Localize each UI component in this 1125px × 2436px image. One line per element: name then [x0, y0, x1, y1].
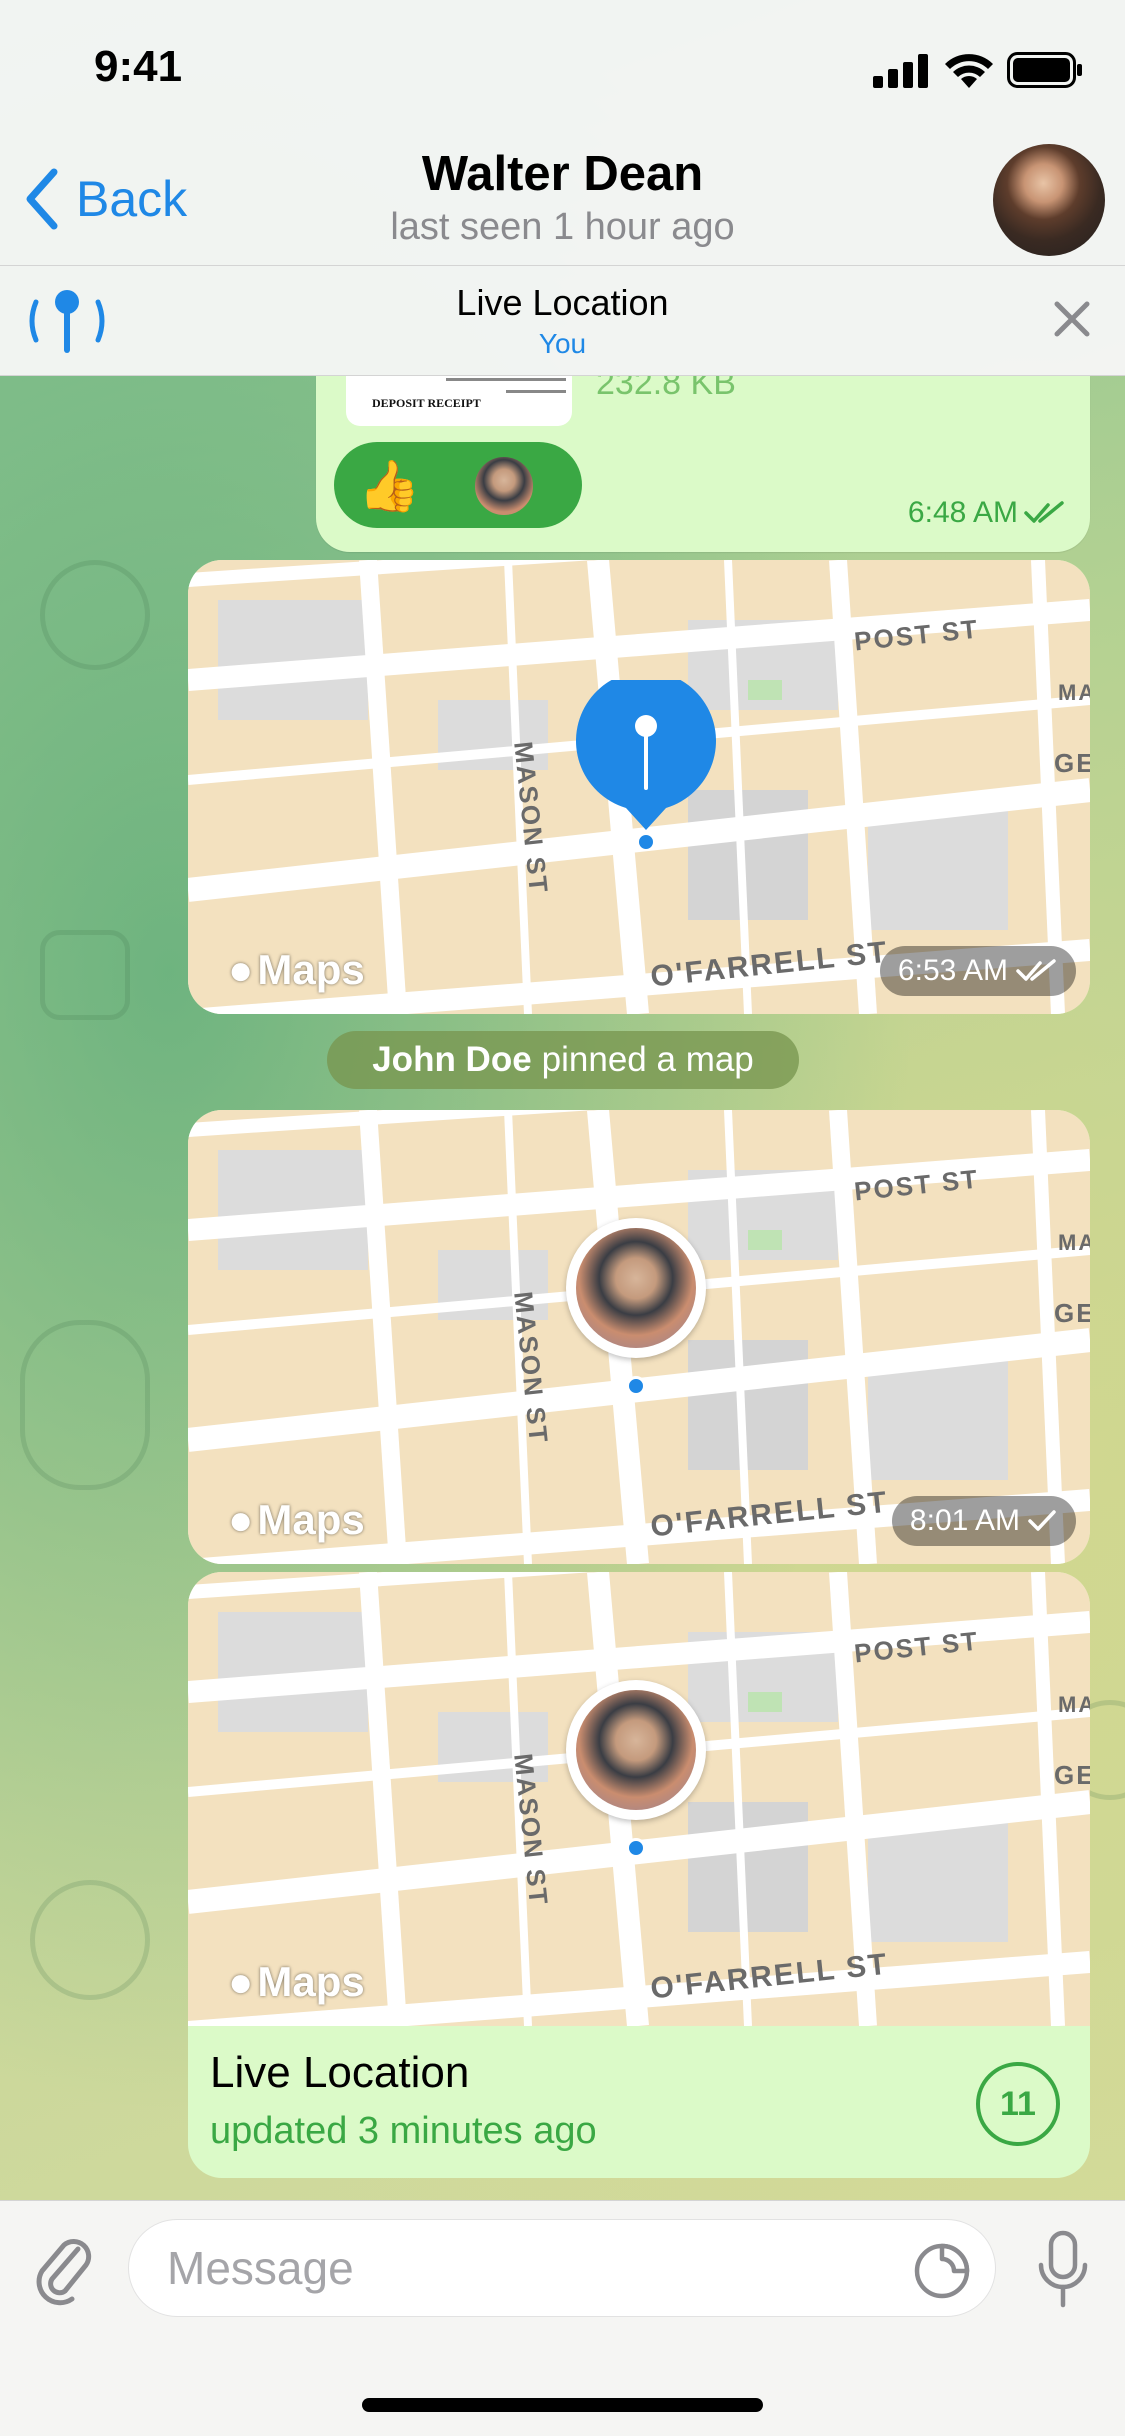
- live-location-banner[interactable]: Live Location You: [0, 266, 1125, 376]
- apple-logo-icon: ●: [228, 946, 254, 993]
- avatar-photo: [576, 1690, 696, 1810]
- apple-maps-logo: ● Maps: [228, 1496, 365, 1544]
- document-title-text: DEPOSIT RECEIPT: [372, 396, 481, 410]
- map-preview[interactable]: POST ST MASON ST O'FARRELL ST MA GE ● Ma…: [188, 1110, 1090, 1564]
- street-label: GE: [1054, 748, 1090, 778]
- user-location-avatar: [566, 1218, 706, 1358]
- wallpaper-doodle: [30, 1880, 150, 2000]
- status-icons: [873, 52, 1083, 88]
- doc-line: [506, 390, 566, 393]
- document-size: 232.8 KB: [596, 376, 736, 402]
- map-preview[interactable]: POST ST MASON ST O'FARRELL ST MA GE ● Ma…: [188, 1572, 1090, 2026]
- location-dot: [626, 1376, 646, 1396]
- wifi-icon: [945, 54, 993, 88]
- live-location-timer: 11: [976, 2062, 1060, 2146]
- document-message[interactable]: DEPOSIT RECEIPT 232.8 KB 👍 6:48 AM: [316, 376, 1090, 552]
- battery-icon: [1007, 52, 1082, 88]
- wallpaper-doodle: [20, 1320, 150, 1490]
- street-label: GE: [1054, 1760, 1090, 1790]
- apple-maps-logo: ● Maps: [228, 946, 365, 994]
- cellular-signal-icon: [873, 54, 928, 88]
- microphone-icon[interactable]: [1035, 2229, 1091, 2311]
- sticker-icon[interactable]: [912, 2241, 972, 2301]
- maps-label: Maps: [257, 1496, 365, 1543]
- live-location-updated: updated 3 minutes ago: [210, 2110, 597, 2152]
- street-label: MA: [1058, 1230, 1090, 1255]
- apple-logo-icon: ●: [228, 1958, 254, 2005]
- service-message[interactable]: John Doe pinned a map: [327, 1031, 799, 1089]
- live-location-message[interactable]: POST ST MASON ST O'FARRELL ST MA GE ● Ma…: [188, 1572, 1090, 2178]
- maps-label: Maps: [257, 946, 365, 993]
- street-label: GE: [1054, 1298, 1090, 1328]
- reaction-chip[interactable]: 👍: [334, 442, 582, 528]
- apple-maps-logo: ● Maps: [228, 1958, 365, 2006]
- chat-header: 9:41 Back Walter Dean last seen 1 hour a…: [0, 0, 1125, 266]
- paperclip-icon[interactable]: [32, 2227, 96, 2307]
- location-dot: [626, 1838, 646, 1858]
- message-time-text: 6:53 AM: [897, 954, 1008, 987]
- maps-label: Maps: [257, 1958, 365, 2005]
- avatar-photo: [576, 1228, 696, 1348]
- contact-name[interactable]: Walter Dean: [0, 146, 1125, 202]
- street-label: MA: [1058, 680, 1090, 705]
- message-time-text: 6:48 AM: [907, 496, 1018, 529]
- wallpaper-doodle: [40, 930, 130, 1020]
- message-time-text: 8:01 AM: [909, 1504, 1020, 1537]
- user-location-avatar: [566, 1680, 706, 1820]
- status-time: 9:41: [94, 42, 183, 91]
- double-check-icon: [1024, 501, 1064, 523]
- live-location-title: Live Location: [210, 2048, 470, 2097]
- service-actor[interactable]: John Doe: [372, 1040, 531, 1080]
- contact-status: last seen 1 hour ago: [390, 206, 735, 248]
- wallpaper-doodle: [40, 560, 150, 670]
- map-preview[interactable]: POST ST MASON ST O'FARRELL ST MA GE ● Ma…: [188, 560, 1090, 1014]
- home-indicator[interactable]: [362, 2398, 763, 2412]
- street-label: MA: [1058, 1692, 1090, 1717]
- location-pin-icon: [576, 680, 716, 850]
- live-location-footer: Live Location updated 3 minutes ago 11: [188, 2026, 1090, 2178]
- apple-logo-icon: ●: [228, 1496, 254, 1543]
- message-time: 6:48 AM: [908, 496, 1066, 530]
- reaction-avatar: [472, 454, 536, 518]
- message-time: 6:53 AM: [879, 946, 1076, 996]
- status-bar: 9:41: [0, 0, 1125, 136]
- document-thumbnail[interactable]: DEPOSIT RECEIPT: [346, 376, 572, 426]
- double-check-icon: [1016, 959, 1056, 981]
- message-input[interactable]: Message: [128, 2219, 996, 2317]
- live-banner-subtitle: You: [538, 328, 587, 359]
- thumbs-up-reaction: 👍: [358, 458, 421, 514]
- contact-avatar[interactable]: [993, 144, 1105, 256]
- single-check-icon: [1028, 1510, 1056, 1531]
- message-time: 8:01 AM: [891, 1496, 1076, 1546]
- service-action: pinned a map: [541, 1040, 754, 1079]
- location-message[interactable]: POST ST MASON ST O'FARRELL ST MA GE ● Ma…: [188, 560, 1090, 1014]
- location-message[interactable]: POST ST MASON ST O'FARRELL ST MA GE ● Ma…: [188, 1110, 1090, 1564]
- doc-line: [446, 378, 566, 381]
- live-banner-title: Live Location: [456, 282, 669, 323]
- close-icon[interactable]: [1047, 294, 1097, 344]
